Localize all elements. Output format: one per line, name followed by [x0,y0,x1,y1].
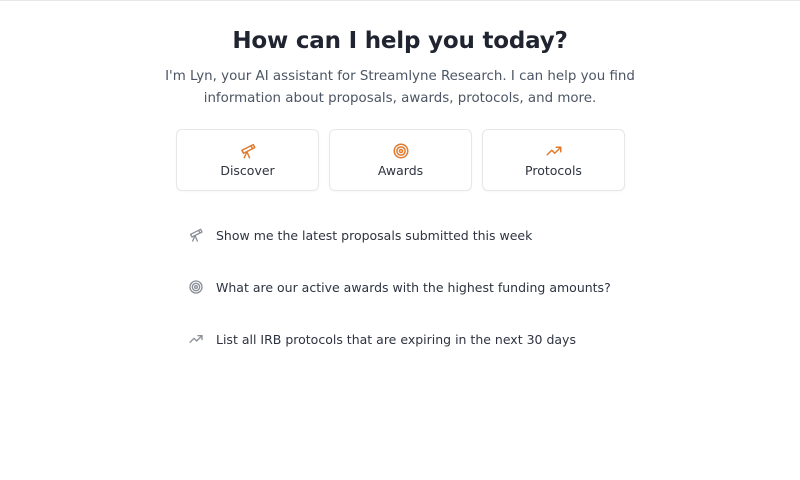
target-icon [330,142,471,160]
telescope-icon [186,225,206,245]
protocols-card[interactable]: Protocols [482,129,625,191]
suggestion-text: What are our active awards with the high… [216,279,611,295]
assistant-intro: I'm Lyn, your AI assistant for Streamlyn… [165,69,635,106]
telescope-icon [177,142,318,160]
trending-up-icon [186,329,206,349]
trending-up-icon [483,142,624,160]
awards-card[interactable]: Awards [329,129,472,191]
discover-label: Discover [220,163,275,178]
top-divider [0,0,800,1]
awards-label: Awards [377,163,424,178]
target-icon [186,277,206,297]
discover-card[interactable]: Discover [176,129,319,191]
category-cards: Discover Awards Protocols [176,129,625,191]
suggestion-latest-proposals[interactable]: Show me the latest proposals submitted t… [186,220,626,250]
suggestion-text: List all IRB protocols that are expiring… [216,331,576,347]
protocols-label: Protocols [525,163,582,178]
suggestion-expiring-protocols[interactable]: List all IRB protocols that are expiring… [186,324,626,354]
page-title: How can I help you today? [232,28,568,54]
suggestion-text: Show me the latest proposals submitted t… [216,227,533,243]
suggestion-active-awards[interactable]: What are our active awards with the high… [186,272,626,302]
